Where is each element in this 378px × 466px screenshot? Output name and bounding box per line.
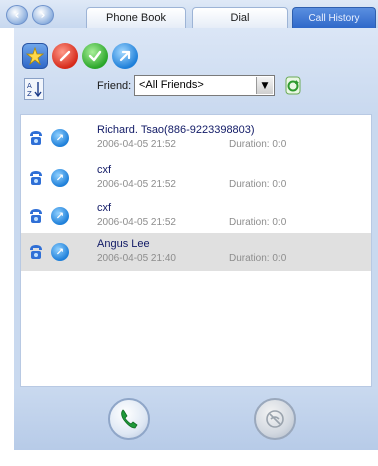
call-timestamp: 2006-04-05 21:40	[97, 253, 176, 264]
open-arrow-icon[interactable]	[112, 43, 138, 69]
bottom-action-bar	[14, 388, 378, 450]
chevron-down-icon[interactable]: ▼	[256, 77, 273, 94]
check-icon[interactable]	[82, 43, 108, 69]
call-timestamp: 2006-04-05 21:52	[97, 217, 176, 228]
list-item[interactable]: ↗ cxf 2006-04-05 21:52 Duration: 0:0	[21, 197, 371, 235]
phone-call-icon	[27, 243, 45, 261]
call-duration: Duration: 0:0	[229, 139, 287, 150]
top-bar: ‹ › Phone Book Dial Call History	[0, 0, 378, 28]
star-icon[interactable]	[22, 43, 48, 69]
open-arrow-icon[interactable]: ↗	[51, 129, 69, 147]
tab-call-history[interactable]: Call History	[292, 7, 376, 28]
call-duration: Duration: 0:0	[229, 253, 287, 264]
call-button[interactable]	[108, 398, 150, 440]
call-timestamp: 2006-04-05 21:52	[97, 179, 176, 190]
phone-call-icon	[27, 129, 45, 147]
open-arrow-icon[interactable]: ↗	[51, 169, 69, 187]
list-item[interactable]: ↗ Richard. Tsao(886-9223398803) 2006-04-…	[21, 119, 371, 157]
tab-dial[interactable]: Dial	[192, 7, 288, 28]
svg-text:Z: Z	[27, 90, 32, 98]
phone-call-icon	[27, 207, 45, 225]
list-item[interactable]: ↗ cxf 2006-04-05 21:52 Duration: 0:0	[21, 159, 371, 197]
contact-name: cxf	[97, 164, 112, 176]
forward-arrow-icon[interactable]: ›	[32, 5, 54, 25]
friend-filter-value: <All Friends>	[139, 79, 204, 91]
friend-filter-select[interactable]: <All Friends> ▼	[134, 75, 275, 96]
phone-hangup-icon	[266, 410, 284, 428]
tab-phone-book[interactable]: Phone Book	[86, 7, 186, 28]
back-arrow-icon[interactable]: ‹	[6, 5, 28, 25]
call-history-list[interactable]: ↗ Richard. Tsao(886-9223398803) 2006-04-…	[20, 114, 372, 387]
delete-icon[interactable]	[52, 43, 78, 69]
sort-icon[interactable]: AZ	[24, 78, 44, 100]
phone-call-icon	[121, 409, 138, 429]
contact-name: Angus Lee	[97, 238, 150, 250]
hangup-button[interactable]	[254, 398, 296, 440]
refresh-icon[interactable]	[282, 74, 304, 96]
app-window: ‹ › Phone Book Dial Call History AZ Frie…	[0, 0, 378, 466]
open-arrow-icon[interactable]: ↗	[51, 243, 69, 261]
call-duration: Duration: 0:0	[229, 217, 287, 228]
contact-name: Richard. Tsao(886-9223398803)	[97, 124, 255, 136]
svg-text:A: A	[27, 82, 32, 90]
contact-name: cxf	[97, 202, 112, 214]
open-arrow-icon[interactable]: ↗	[51, 207, 69, 225]
call-timestamp: 2006-04-05 21:52	[97, 139, 176, 150]
toolbar: AZ	[14, 28, 378, 114]
friend-filter-label: Friend:	[97, 80, 132, 92]
phone-call-icon	[27, 169, 45, 187]
list-item-selected[interactable]: ↗ Angus Lee 2006-04-05 21:40 Duration: 0…	[21, 233, 371, 271]
call-duration: Duration: 0:0	[229, 179, 287, 190]
